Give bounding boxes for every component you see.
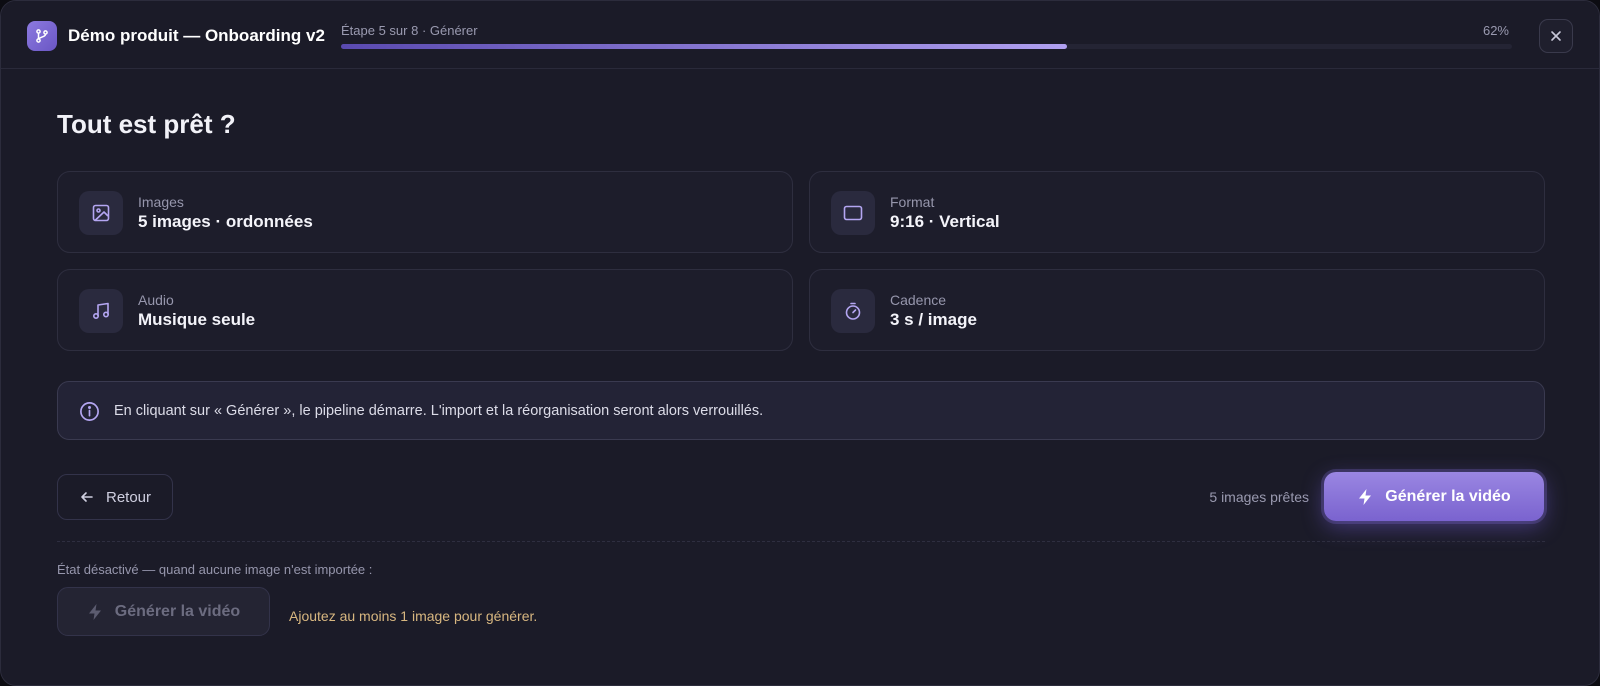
lightning-icon <box>1359 488 1372 505</box>
music-icon <box>79 289 123 333</box>
summary-card-images: Images 5 images · ordonnées <box>57 171 793 253</box>
info-icon <box>80 402 99 421</box>
card-value: 9:16 · Vertical <box>890 212 1000 231</box>
card-label: Format <box>890 194 935 210</box>
frame-icon <box>831 191 875 235</box>
generate-button-label: Générer la vidéo <box>1385 487 1511 505</box>
timer-icon <box>831 289 875 333</box>
app-title: Démo produit — Onboarding v2 <box>68 26 325 45</box>
back-button-label: Retour <box>106 488 152 506</box>
generate-button-disabled-label: Générer la vidéo <box>114 602 241 620</box>
card-label: Cadence <box>890 292 947 308</box>
progress-percent: 62% <box>1482 23 1509 38</box>
card-label: Audio <box>138 292 174 308</box>
summary-card-format: Format 9:16 · Vertical <box>809 171 1545 253</box>
close-icon <box>1551 31 1561 41</box>
lightning-icon <box>88 603 101 620</box>
disabled-state-caption: État désactivé — quand aucune image n'es… <box>57 562 373 577</box>
summary-card-cadence: Cadence 3 s / image <box>809 269 1545 351</box>
info-notice: En cliquant sur « Générer », le pipeline… <box>57 381 1545 440</box>
dialog-header: Démo produit — Onboarding v2 Étape 5 sur… <box>1 1 1599 69</box>
section-divider <box>57 541 1545 542</box>
ready-count: 5 images prêtes <box>1209 489 1309 505</box>
card-value: Musique seule <box>138 310 256 329</box>
card-label: Images <box>138 194 184 210</box>
generate-dialog: Démo produit — Onboarding v2 Étape 5 sur… <box>0 0 1600 686</box>
progress-bar <box>341 44 1512 49</box>
info-text: En cliquant sur « Générer », le pipeline… <box>114 403 764 419</box>
branch-logo-icon <box>27 21 57 51</box>
image-icon <box>79 191 123 235</box>
close-button[interactable] <box>1539 19 1573 53</box>
summary-card-audio: Audio Musique seule <box>57 269 793 351</box>
arrow-left-icon <box>81 492 93 502</box>
generate-video-button-disabled: Générer la vidéo <box>57 587 270 636</box>
generate-video-button[interactable]: Générer la vidéo <box>1324 472 1544 521</box>
card-value: 5 images · ordonnées <box>138 212 313 231</box>
card-value: 3 s / image <box>890 310 977 329</box>
back-button[interactable]: Retour <box>57 474 173 520</box>
page-title: Tout est prêt ? <box>57 109 236 139</box>
step-indicator: Étape 5 sur 8 · Générer <box>341 23 478 38</box>
disabled-hint: Ajoutez au moins 1 image pour générer. <box>289 608 538 624</box>
progress-bar-fill <box>341 44 1068 49</box>
